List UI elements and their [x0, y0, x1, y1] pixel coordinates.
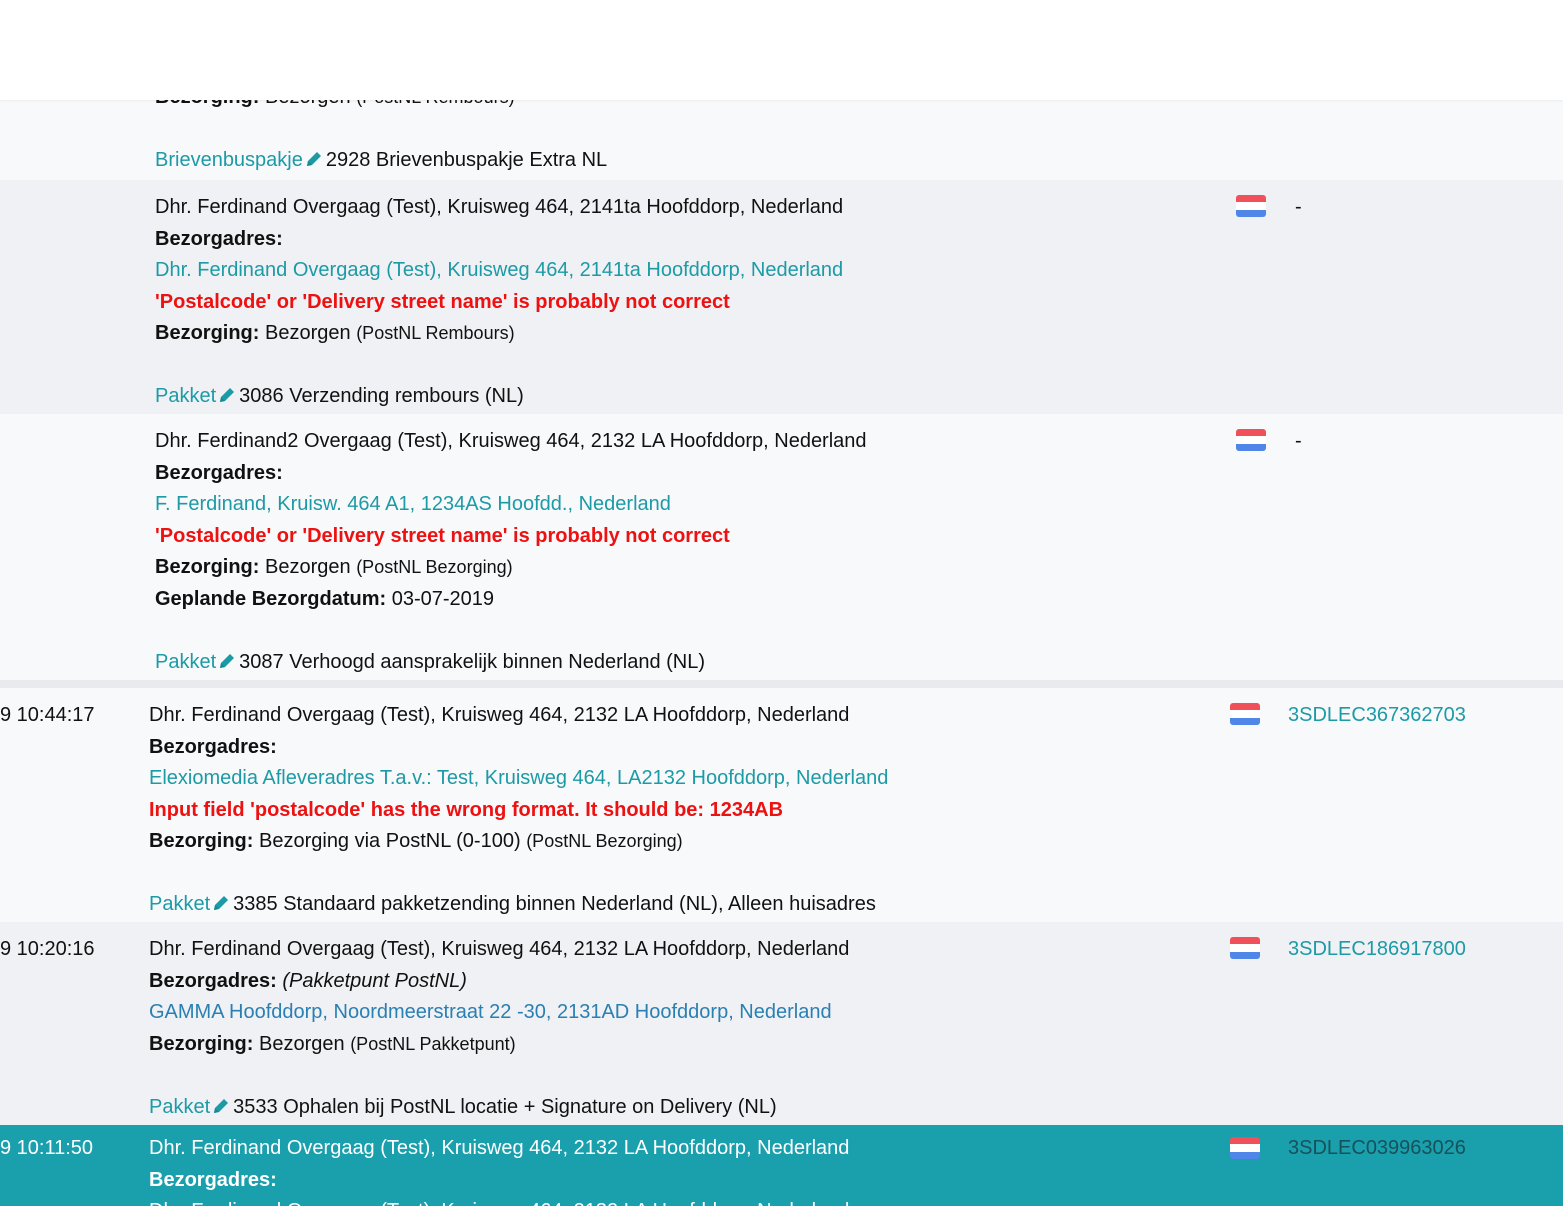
recipient-address: Dhr. Ferdinand Overgaag (Test), Kruisweg…	[149, 704, 850, 726]
recipient-address: Dhr. Ferdinand Overgaag (Test), Kruisweg…	[149, 1137, 850, 1159]
product-name: 3533 Ophalen bij PostNL locatie + Signat…	[233, 1095, 777, 1118]
bezorging-label: Bezorging:	[155, 322, 260, 344]
pickup-point-note: (Pakketpunt PostNL)	[282, 969, 467, 992]
flag-nl-icon	[1230, 1137, 1260, 1159]
pencil-icon[interactable]	[305, 150, 323, 168]
bezorging-value: Bezorgen	[265, 556, 351, 578]
order-row-selected[interactable]: 9 10:11:50 Dhr. Ferdinand Overgaag (Test…	[0, 1125, 1563, 1206]
product-name: 3087 Verhoogd aansprakelijk binnen Neder…	[239, 650, 706, 673]
delivery-address-link[interactable]: Elexiomedia Afleveradres T.a.v.: Test, K…	[149, 763, 888, 795]
bezorgadres-label: Bezorgadres:	[155, 461, 283, 484]
address-error: 'Postalcode' or 'Delivery street name' i…	[155, 524, 730, 547]
flag-nl-icon	[1236, 429, 1266, 451]
shipment-type-link[interactable]: Pakket	[149, 1096, 210, 1118]
shipment-type-link[interactable]: Pakket	[155, 385, 216, 407]
table-divider	[0, 680, 1563, 688]
bezorging-carrier: (PostNL Rembours)	[356, 323, 515, 343]
top-bar	[0, 0, 1563, 100]
flag-nl-icon	[1230, 703, 1260, 725]
tracking-code-link[interactable]: 3SDLEC186917800	[1288, 934, 1466, 966]
order-time: 9 10:44:17	[0, 704, 95, 726]
order-time: 9 10:11:50	[0, 1137, 94, 1159]
address-error: 'Postalcode' or 'Delivery street name' i…	[155, 290, 730, 313]
order-details: Dhr. Ferdinand Overgaag (Test), Kruisweg…	[149, 1133, 849, 1206]
address-error: Input field 'postalcode' has the wrong f…	[149, 798, 784, 821]
order-details: Dhr. Ferdinand Overgaag (Test), Kruisweg…	[149, 934, 849, 1123]
bezorgadres-label: Bezorgadres:	[149, 735, 277, 758]
flag-nl-icon	[1230, 937, 1260, 959]
pencil-icon[interactable]	[212, 1097, 230, 1115]
pencil-icon[interactable]	[218, 652, 236, 670]
bezorging-carrier: (PostNL Bezorging)	[356, 557, 513, 577]
flag-nl-icon	[1236, 195, 1266, 217]
product-name: 3086 Verzending rembours (NL)	[239, 385, 524, 407]
order-details: Dhr. Ferdinand Overgaag (Test), Kruisweg…	[155, 192, 843, 413]
planned-date-label: Geplande Bezorgdatum:	[155, 587, 387, 610]
order-details: Dhr. Ferdinand2 Overgaag (Test), Kruiswe…	[155, 426, 867, 678]
product-name: 3385 Standaard pakketzending binnen Nede…	[233, 893, 876, 915]
bezorgadres-label: Bezorgadres:	[155, 227, 283, 250]
delivery-address-link[interactable]: Dhr. Ferdinand Overgaag (Test), Kruisweg…	[149, 1196, 849, 1206]
planned-date-value: 03-07-2019	[391, 587, 495, 610]
pencil-icon[interactable]	[218, 386, 236, 404]
order-row[interactable]: Dhr. Ferdinand Overgaag (Test), Kruisweg…	[0, 180, 1563, 414]
recipient-address: Dhr. Ferdinand2 Overgaag (Test), Kruiswe…	[155, 430, 867, 452]
delivery-address-link[interactable]: F. Ferdinand, Kruisw. 464 A1, 1234AS Hoo…	[155, 489, 867, 521]
shipment-type-link[interactable]: Brievenbuspakje	[155, 149, 303, 171]
bezorgadres-label: Bezorgadres:	[149, 1168, 277, 1191]
bezorging-carrier: (PostNL Pakketpunt)	[350, 1033, 516, 1054]
order-details: Dhr. Ferdinand Overgaag (Test), Kruisweg…	[149, 700, 888, 921]
order-row[interactable]: Dhr. Ferdinand2 Overgaag (Test), Kruiswe…	[0, 414, 1563, 680]
tracking-code: -	[1295, 196, 1302, 218]
shipment-type-link[interactable]: Pakket	[149, 893, 210, 915]
order-row[interactable]: 9 10:44:17 Dhr. Ferdinand Overgaag (Test…	[0, 688, 1563, 922]
pencil-icon[interactable]	[212, 894, 230, 912]
tracking-code-link[interactable]: 3SDLEC039963026	[1288, 1133, 1466, 1165]
bezorging-label: Bezorging:	[155, 556, 260, 578]
bezorging-carrier: (PostNL Bezorging)	[526, 831, 683, 851]
bezorgadres-label: Bezorgadres:	[149, 969, 277, 992]
bezorging-label: Bezorging:	[149, 1032, 254, 1055]
tracking-code-link[interactable]: 3SDLEC367362703	[1288, 700, 1466, 732]
product-name: 2928 Brievenbuspakje Extra NL	[325, 149, 608, 171]
bezorging-value: Bezorgen	[265, 322, 351, 344]
recipient-address: Dhr. Ferdinand Overgaag (Test), Kruisweg…	[149, 938, 850, 960]
shipment-type-link[interactable]: Pakket	[155, 651, 216, 673]
bezorging-label: Bezorging:	[149, 830, 254, 852]
delivery-address-link[interactable]: Dhr. Ferdinand Overgaag (Test), Kruisweg…	[155, 255, 843, 287]
pickup-point-address-link[interactable]: GAMMA Hoofddorp, Noordmeerstraat 22 -30,…	[149, 997, 849, 1029]
tracking-code: -	[1295, 430, 1302, 452]
order-row[interactable]: 9 10:20:16 Dhr. Ferdinand Overgaag (Test…	[0, 922, 1563, 1125]
recipient-address: Dhr. Ferdinand Overgaag (Test), Kruisweg…	[155, 196, 844, 218]
bezorging-value: Bezorgen	[259, 1032, 345, 1055]
bezorging-value: Bezorging via PostNL (0-100)	[259, 830, 521, 852]
order-time: 9 10:20:16	[0, 938, 95, 960]
